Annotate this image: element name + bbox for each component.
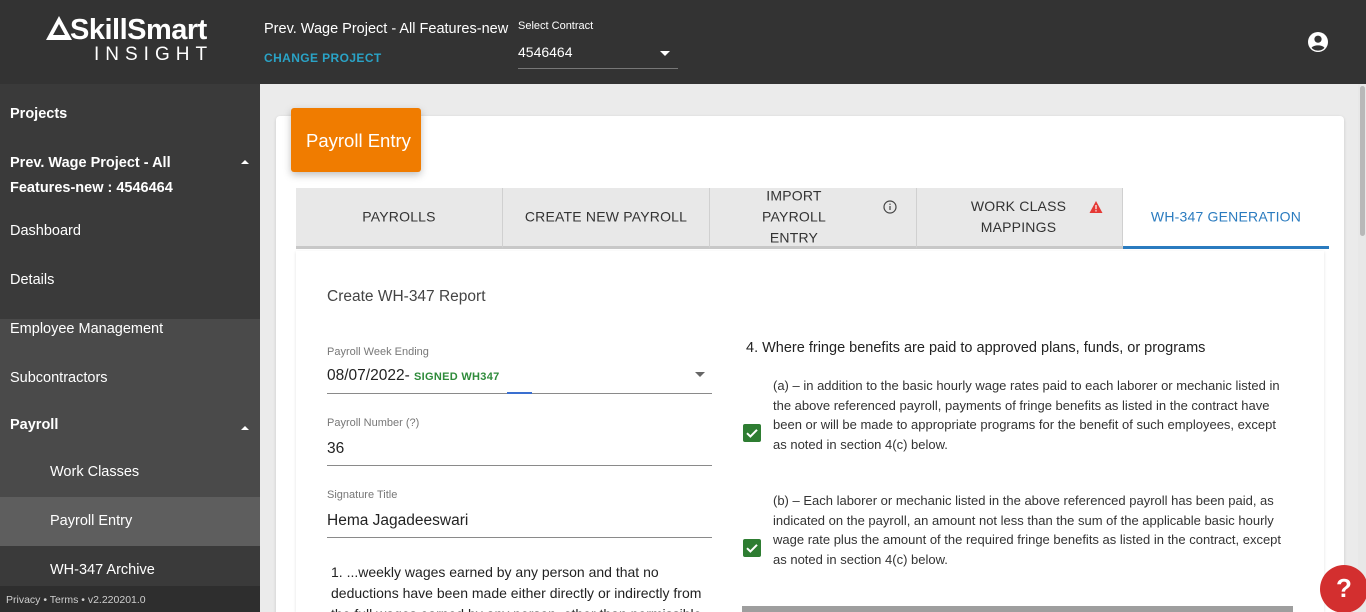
sidebar-item-label: Projects	[10, 106, 68, 122]
help-button[interactable]: ?	[1320, 565, 1366, 612]
sidebar-item-label: Subcontractors	[10, 370, 108, 386]
chevron-up-icon	[241, 426, 249, 430]
change-project-link[interactable]: CHANGE PROJECT	[264, 51, 382, 65]
top-bar: SkillSmart INSIGHT Prev. Wage Project - …	[0, 0, 1366, 84]
check-icon	[746, 544, 758, 553]
fringe-option-b-text: (b) – Each laborer or mechanic listed in…	[773, 493, 1282, 568]
contract-select-label: Select Contract	[518, 20, 594, 32]
signed-status-badge: SIGNED WH347	[414, 371, 500, 383]
caret-down-icon	[660, 51, 670, 56]
fringe-option-a-checkbox[interactable]	[743, 424, 761, 442]
sidebar-item-wh347-archive[interactable]: WH-347 Archive	[0, 546, 260, 586]
page-title: Payroll Entry	[306, 130, 411, 151]
contract-select[interactable]: 4546464	[518, 38, 678, 69]
field-label: Signature Title	[327, 489, 398, 501]
tab-payrolls[interactable]: PAYROLLS	[296, 188, 503, 249]
info-icon[interactable]	[883, 200, 897, 214]
fringe-option-a-text: (a) – in addition to the basic hourly wa…	[773, 378, 1280, 453]
contract-select-value: 4546464	[518, 44, 573, 60]
project-title: Prev. Wage Project - All Features-new	[264, 21, 509, 37]
field-value: 36	[327, 440, 345, 457]
sidebar-item-label: Prev. Wage Project - All Features-new : …	[10, 155, 173, 196]
tab-bar: PAYROLLS CREATE NEW PAYROLL IMPORT PAYRO…	[296, 188, 1329, 251]
logo-subtitle: INSIGHT	[94, 44, 214, 65]
sidebar-item-payroll-entry[interactable]: Payroll Entry	[0, 497, 260, 546]
sidebar-item-label: Payroll	[10, 417, 59, 433]
warning-icon	[1089, 201, 1103, 213]
sidebar-item-current-project[interactable]: Prev. Wage Project - All Features-new : …	[0, 144, 260, 206]
tab-wh347-generation[interactable]: WH-347 GENERATION	[1123, 188, 1329, 249]
tab-work-class-mappings[interactable]: WORK CLASS MAPPINGS	[917, 188, 1123, 249]
tab-label: IMPORT PAYROLL ENTRY	[762, 187, 826, 246]
sidebar-item-payroll[interactable]: Payroll	[0, 403, 260, 448]
skillsmart-logo[interactable]: SkillSmart INSIGHT	[44, 14, 224, 66]
logo-name: SkillSmart	[70, 14, 207, 46]
caret-down-icon	[695, 372, 705, 377]
tab-label: CREATE NEW PAYROLL	[524, 208, 688, 225]
sidebar-item-subcontractors[interactable]: Subcontractors	[0, 353, 260, 402]
account-circle-icon[interactable]	[1307, 31, 1329, 53]
tab-label: PAYROLLS	[362, 208, 436, 225]
field-label: Payroll Week Ending	[327, 346, 429, 358]
sidebar-item-employee-management[interactable]: Employee Management	[0, 304, 260, 353]
field-focus-indicator	[507, 392, 532, 394]
field-value: Hema Jagadeeswari	[327, 512, 469, 529]
sidebar-item-dashboard[interactable]: Dashboard	[0, 206, 260, 255]
fringe-benefits-title: 4. Where fringe benefits are paid to app…	[746, 340, 1206, 356]
sidebar-item-label: Payroll Entry	[50, 513, 133, 529]
sidebar-item-label: WH-347 Archive	[50, 562, 155, 578]
page-title-badge: Payroll Entry	[291, 108, 421, 172]
chevron-up-icon	[241, 160, 249, 164]
payroll-week-ending-select[interactable]: Payroll Week Ending 08/07/2022- SIGNED W…	[327, 346, 712, 394]
check-icon	[746, 429, 758, 438]
signature-title-field[interactable]: Signature Title Hema Jagadeeswari	[327, 489, 712, 538]
tab-label: WH-347 GENERATION	[1150, 208, 1302, 225]
sidebar-item-projects[interactable]: Projects	[0, 84, 260, 144]
sidebar-item-details[interactable]: Details	[0, 255, 260, 304]
week-ending-date: 08/07/2022	[327, 367, 405, 384]
sidebar-footer[interactable]: Privacy • Terms • v2.220201.0	[0, 586, 260, 612]
tab-create-new-payroll[interactable]: CREATE NEW PAYROLL	[503, 188, 710, 249]
sidebar-item-label: Work Classes	[50, 464, 140, 480]
field-value: 08/07/2022- SIGNED WH347	[327, 367, 500, 385]
sidebar-item-work-classes[interactable]: Work Classes	[0, 448, 260, 497]
option-c-header-bar	[742, 606, 1293, 612]
week-ending-separator: -	[404, 367, 415, 384]
statement-1-text: 1. ...weekly wages earned by any person …	[331, 564, 702, 612]
tab-import-payroll-entry[interactable]: IMPORT PAYROLL ENTRY	[710, 188, 917, 249]
sidebar-item-label: Details	[10, 272, 55, 288]
sidebar-item-label: Employee Management	[10, 321, 164, 337]
scrollbar-thumb[interactable]	[1360, 86, 1365, 236]
payroll-number-field[interactable]: Payroll Number (?) 36	[327, 417, 712, 466]
sidebar-item-label: Dashboard	[10, 223, 81, 239]
field-label: Payroll Number (?)	[327, 417, 420, 429]
section-title: Create WH-347 Report	[327, 288, 486, 305]
fringe-option-b-checkbox[interactable]	[743, 539, 761, 557]
